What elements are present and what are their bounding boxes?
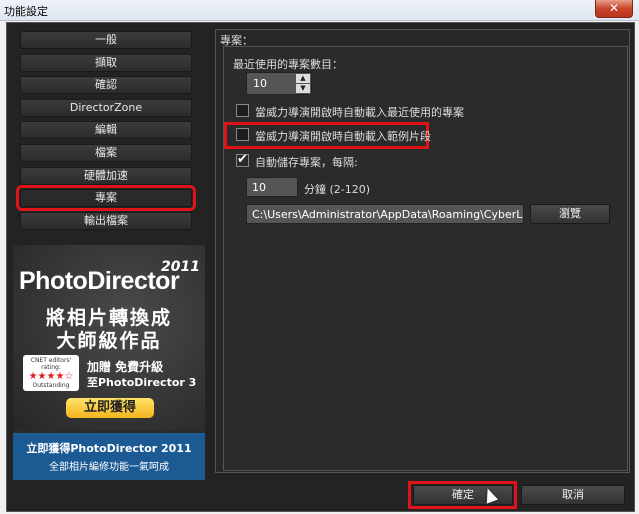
rating-badge: CNET editors' rating: ★★★★☆ Outstanding — [23, 355, 79, 391]
cancel-button[interactable]: 取消 — [521, 485, 625, 505]
nav-item-project[interactable]: 專案 — [16, 185, 196, 212]
promo-footer-line-1: 立即獲得PhotoDirector 2011 — [26, 442, 192, 455]
load-sample-checkbox[interactable] — [236, 128, 249, 141]
autosave-unit-label: 分鐘 (2-120) — [304, 183, 371, 196]
nav-item-general[interactable]: 一般 — [20, 31, 192, 49]
rating-stars-icon: ★★★★☆ — [28, 371, 74, 382]
recent-count-value[interactable]: 10 — [253, 77, 267, 90]
promo-banner[interactable]: PhotoDirector 2011 將相片轉換成 大師級作品 CNET edi… — [13, 245, 205, 480]
promo-gift-text: 加贈 免費升級 — [87, 360, 164, 374]
nav-item-output-file[interactable]: 輸出檔案 — [20, 211, 192, 230]
autosave-label[interactable]: 自動儲存專案，每隔: — [255, 154, 358, 170]
promo-headline-2: 大師級作品 — [56, 330, 162, 352]
close-window-button[interactable]: ✕ — [595, 0, 633, 18]
browse-button[interactable]: 瀏覽 — [530, 204, 610, 224]
nav-item-directorzone[interactable]: DirectorZone — [20, 98, 192, 117]
autosave-minutes-input[interactable]: 10 — [246, 177, 298, 197]
promo-footer[interactable]: 立即獲得PhotoDirector 2011 全部相片編修功能一氣呵成 — [13, 433, 205, 480]
ok-button[interactable]: 確定 — [413, 485, 513, 505]
nav-item-hardware-acceleration[interactable]: 硬體加速 — [20, 166, 192, 185]
load-sample-label[interactable]: 當威力導演開啟時自動載入範例片段 — [255, 128, 431, 144]
recent-count-label: 最近使用的專案數目： — [233, 58, 343, 71]
stepper-up-icon[interactable]: ▲ — [296, 74, 310, 83]
recent-count-stepper[interactable]: 10 ▲ ▼ — [246, 72, 312, 95]
project-settings-panel: 專案： 最近使用的專案數目： 10 ▲ ▼ 當威力導演開啟時自動載入最近使用的專… — [215, 29, 630, 473]
settings-nav: 一般 擷取 確認 DirectorZone 編輯 檔案 硬體加速 專案 輸出檔案 — [16, 31, 196, 234]
stepper-down-icon[interactable]: ▼ — [296, 84, 310, 93]
project-path-field[interactable]: C:\Users\Administrator\AppData\Roaming\C… — [246, 204, 524, 224]
project-settings-group: 最近使用的專案數目： 10 ▲ ▼ 當威力導演開啟時自動載入最近使用的專案 當威… — [223, 46, 628, 471]
promo-image: PhotoDirector 2011 將相片轉換成 大師級作品 CNET edi… — [13, 245, 205, 430]
nav-item-file[interactable]: 檔案 — [20, 143, 192, 162]
promo-logo: PhotoDirector — [19, 267, 180, 295]
nav-item-confirm[interactable]: 確認 — [20, 76, 192, 95]
promo-year: 2011 — [161, 259, 200, 275]
load-recent-checkbox[interactable] — [236, 104, 249, 117]
settings-dialog: 一般 擷取 確認 DirectorZone 編輯 檔案 硬體加速 專案 輸出檔案… — [6, 22, 635, 512]
rating-badge-sub: Outstanding — [32, 382, 70, 389]
load-recent-label[interactable]: 當威力導演開啟時自動載入最近使用的專案 — [255, 104, 464, 120]
promo-get-now-button[interactable]: 立即獲得 — [66, 398, 154, 418]
window-title: 功能設定 — [4, 5, 48, 18]
promo-footer-line-2: 全部相片編修功能一氣呵成 — [49, 462, 169, 473]
title-bar: 功能設定 ✕ — [0, 0, 639, 21]
promo-upgrade-text: 至PhotoDirector 3 — [87, 376, 197, 389]
nav-item-capture[interactable]: 擷取 — [20, 53, 192, 72]
nav-item-editing[interactable]: 編輯 — [20, 121, 192, 140]
autosave-checkbox[interactable] — [236, 152, 249, 167]
rating-badge-text: CNET editors' rating: — [30, 357, 72, 371]
